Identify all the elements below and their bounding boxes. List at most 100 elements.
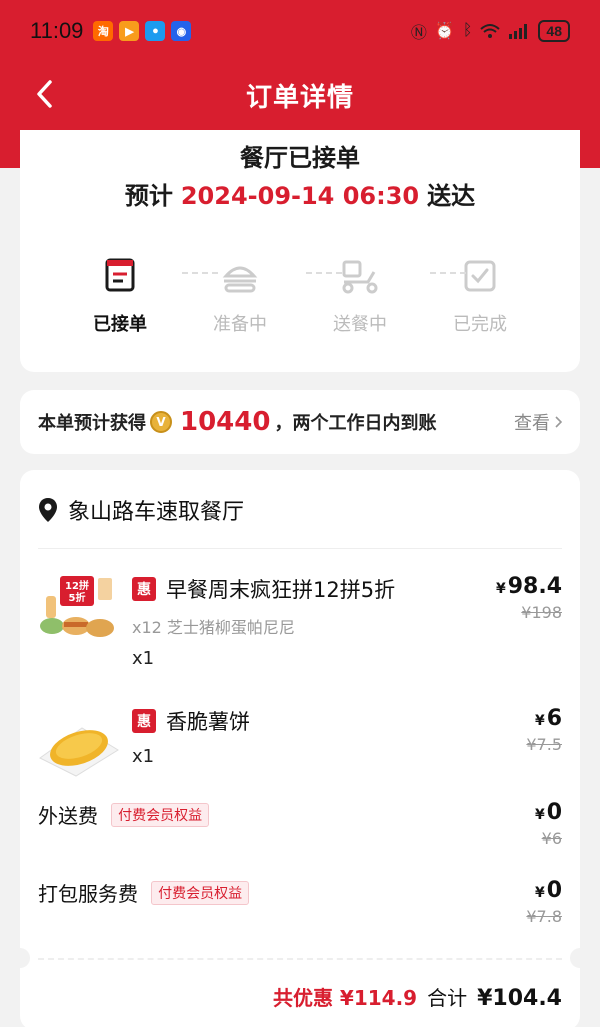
status-indicators: Ⓝ ⏰ ᛒ 48 <box>411 19 570 43</box>
total-label: 合计 <box>427 986 468 1010</box>
hash-brown-image <box>38 706 120 778</box>
dashed-divider <box>38 958 562 960</box>
status-bar: 11:09 淘 ▶ ● ◉ Ⓝ ⏰ ᛒ 48 <box>0 0 600 62</box>
back-button[interactable] <box>28 76 60 112</box>
item-quantity: x1 <box>132 648 155 669</box>
original-price: ¥7.8 <box>526 907 562 926</box>
step-label: 已完成 <box>453 314 507 335</box>
chevron-right-icon <box>555 416 562 428</box>
fee-price: ¥0 ¥6 <box>535 800 562 848</box>
current-price: ¥6 <box>526 706 562 731</box>
original-price: ¥198 <box>521 603 562 622</box>
order-status-title: 餐厅已接单 <box>240 144 360 172</box>
currency-symbol: ¥ <box>534 807 545 823</box>
item-body: 惠 香脆薯饼 x1 <box>132 706 462 767</box>
order-status-card: 餐厅已接单 预计 2024-09-14 06:30 送达 已接单 准备中 送餐中… <box>20 130 580 372</box>
chat-app-icon: ● <box>145 21 166 41</box>
price-value: 0 <box>546 800 562 825</box>
progress-steps: 已接单 准备中 送餐中 已完成 <box>80 256 520 336</box>
browser-app-icon: ◉ <box>171 21 192 41</box>
eta-datetime: 2024-09-14 06:30 <box>180 182 420 210</box>
alarm-icon: ⏰ <box>434 23 455 40</box>
location-pin-icon <box>39 498 57 522</box>
total-discount: 共优惠 ¥114.9 <box>272 986 418 1010</box>
currency-symbol: ¥ <box>534 885 545 901</box>
wifi-icon <box>480 24 501 38</box>
original-price: ¥6 <box>541 829 562 848</box>
item-image <box>38 706 120 778</box>
eta-prefix: 预计 <box>124 182 173 210</box>
price-value: 0 <box>546 878 562 903</box>
receipt-icon <box>105 258 135 292</box>
burger-icon <box>222 266 258 293</box>
delivery-fee-row: 外送费 付费会员权益 ¥0 ¥6 <box>38 800 562 856</box>
taobao-app-icon: 淘 <box>93 21 114 41</box>
divider <box>38 548 562 549</box>
view-label: 查看 <box>514 413 550 434</box>
order-item[interactable]: 12拼 5折 惠 早餐周末疯狂拼12拼5折 x12 芝士猪柳蛋帕尼尼 x1 ¥9… <box>38 574 562 674</box>
step-accepted: 已接单 <box>80 256 160 336</box>
item-price: ¥6 ¥7.5 <box>526 706 562 754</box>
breakfast-combo-image: 12拼 5折 <box>38 574 120 646</box>
chevron-left-icon <box>37 80 52 108</box>
item-name-row: 惠 香脆薯饼 <box>132 706 462 736</box>
price-value: 6 <box>546 706 562 731</box>
current-price: ¥0 <box>535 800 562 825</box>
member-benefit-badge: 付费会员权益 <box>111 802 210 827</box>
item-image: 12拼 5折 <box>38 574 120 646</box>
step-label: 已接单 <box>93 314 147 335</box>
step-connector <box>182 272 218 274</box>
points-card: 本单预计获得 V 10440 ，两个工作日内到账 查看 <box>20 390 580 454</box>
page-title: 订单详情 <box>245 82 354 113</box>
fee-price: ¥0 ¥7.8 <box>526 878 562 926</box>
fee-label: 外送费 <box>38 804 98 828</box>
step-label: 准备中 <box>213 314 267 335</box>
item-name-row: 惠 早餐周末疯狂拼12拼5折 <box>132 574 462 604</box>
bluetooth-icon: ᛒ <box>462 22 473 39</box>
order-details-card: 象山路车速取餐厅 12拼 5折 惠 早餐周末疯狂拼12拼5折 x12 芝士猪柳蛋… <box>10 470 590 1027</box>
item-name: 香脆薯饼 <box>166 710 250 734</box>
item-price: ¥98.4 ¥198 <box>496 574 562 622</box>
video-app-icon: ▶ <box>119 21 140 41</box>
order-totals: 共优惠 ¥114.9 合计 ¥104.4 <box>273 982 562 1011</box>
packaging-fee-row: 打包服务费 付费会员权益 ¥0 ¥7.8 <box>38 878 562 934</box>
step-preparing: 准备中 <box>200 256 280 336</box>
battery-level: 48 <box>538 20 570 42</box>
item-name: 早餐周末疯狂拼12拼5折 <box>166 578 396 602</box>
step-completed: 已完成 <box>440 256 520 336</box>
discount-badge: 惠 <box>132 709 156 733</box>
item-body: 惠 早餐周末疯狂拼12拼5折 x12 芝士猪柳蛋帕尼尼 x1 <box>132 574 462 669</box>
currency-symbol: ¥ <box>534 713 545 729</box>
step-delivering: 送餐中 <box>320 256 400 336</box>
coin-icon: V <box>150 411 172 433</box>
nfc-icon: Ⓝ <box>410 25 427 42</box>
eta-line: 预计 2024-09-14 06:30 送达 <box>20 176 580 211</box>
scooter-icon <box>342 260 378 294</box>
promo-line-1: 12拼 <box>65 579 89 592</box>
price-value: 98.4 <box>507 574 562 599</box>
store-name: 象山路车速取餐厅 <box>68 500 245 525</box>
signal-icon <box>509 24 528 39</box>
order-item[interactable]: 惠 香脆薯饼 x1 ¥6 ¥7.5 <box>38 706 562 786</box>
total-value: ¥104.4 <box>477 986 562 1011</box>
clock: 11:09 <box>30 18 84 43</box>
promo-line-2: 5折 <box>69 591 86 604</box>
store-row[interactable]: 象山路车速取餐厅 <box>38 494 244 526</box>
view-points-link[interactable]: 查看 <box>514 409 562 435</box>
check-bag-icon <box>464 260 496 292</box>
ticket-notch-right <box>570 948 590 968</box>
step-connector <box>306 272 342 274</box>
item-description: x12 芝士猪柳蛋帕尼尼 <box>132 618 295 637</box>
current-price: ¥98.4 <box>496 574 562 599</box>
points-value: 10440 <box>180 407 271 437</box>
item-quantity: x1 <box>132 746 155 767</box>
step-label: 送餐中 <box>333 314 387 335</box>
points-suffix: ，两个工作日内到账 <box>274 413 437 434</box>
current-price: ¥0 <box>526 878 562 903</box>
discount-badge: 惠 <box>132 577 156 601</box>
original-price: ¥7.5 <box>526 735 562 754</box>
fee-label: 打包服务费 <box>38 882 138 906</box>
member-benefit-badge: 付费会员权益 <box>151 880 250 905</box>
points-prefix: 本单预计获得 <box>38 413 146 434</box>
step-connector <box>430 272 466 274</box>
